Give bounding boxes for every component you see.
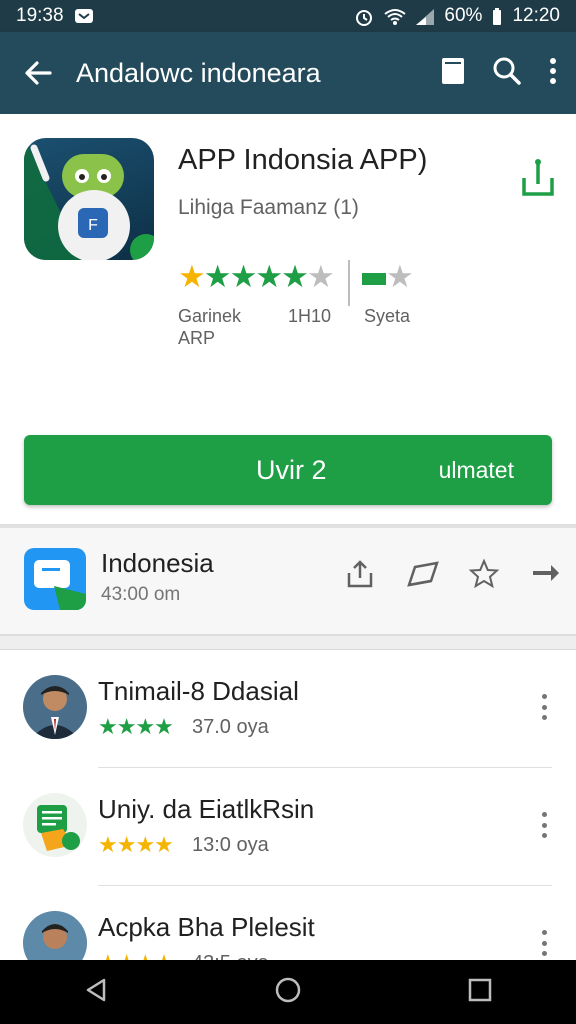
share-button[interactable] <box>518 156 558 200</box>
list-item-meta: 43:5 oya <box>192 952 269 960</box>
list-item-meta: 13:0 oya <box>192 834 269 856</box>
list-item-title: Tnimail-8 Ddasial <box>98 676 299 706</box>
list-item-stars: ★★★★ <box>98 714 174 739</box>
battery-icon <box>492 8 502 25</box>
wifi-icon <box>384 8 407 25</box>
list-item[interactable]: Tnimail-8 Ddasial ★★★★ 37.0 oya <box>0 650 576 768</box>
star-outline-icon <box>469 559 499 589</box>
bookmark-button[interactable] <box>440 56 466 91</box>
forward-arrow-icon <box>533 565 559 581</box>
rating-label-primary: Garinek <box>178 306 242 326</box>
rating-summary: ★★★★★★ ★ Garinek ARP 1H10 Syeta <box>178 260 438 350</box>
developer-icon <box>24 548 86 610</box>
developer-row[interactable]: Indonesia 43:00 om <box>0 528 576 636</box>
developer-name: Indonesia <box>101 548 214 578</box>
more-vertical-icon[interactable] <box>530 808 558 842</box>
more-vertical-icon <box>550 57 556 84</box>
app-header-card: F APP Indonsia APP) Lihiga Faamanz (1) ★… <box>0 114 576 524</box>
square-recents-icon <box>468 978 492 1001</box>
search-button[interactable] <box>492 56 522 91</box>
upload-icon <box>347 560 373 588</box>
avatar <box>23 793 87 857</box>
alarm-icon <box>354 8 374 26</box>
secondary-rating: ★ <box>362 260 414 294</box>
app-developer-subtitle: Lihiga Faamanz (1) <box>178 196 359 219</box>
developer-time: 43:00 om <box>101 584 181 605</box>
signal-icon <box>414 8 435 25</box>
install-aux-label: ulmatet <box>438 457 514 483</box>
list-item-title: Uniy. da EiatlkRsin <box>98 794 315 824</box>
card-button[interactable] <box>402 554 442 594</box>
rating-label-tertiary: Syeta <box>364 306 411 326</box>
overflow-menu-button[interactable] <box>548 56 558 91</box>
upload-button[interactable] <box>340 554 380 594</box>
card-icon <box>407 561 439 587</box>
app-icon[interactable]: F <box>24 138 154 260</box>
list-item[interactable]: Acpka Bha Plelesit ★★★★ 43:5 oya <box>0 886 576 960</box>
svg-text:F: F <box>88 217 98 234</box>
app-name: APP Indonsia APP) <box>178 144 428 176</box>
triangle-back-icon <box>86 978 106 1001</box>
battery-percent: 60% <box>444 5 483 26</box>
bookmark-icon <box>442 57 464 84</box>
list-item-stars: ★★★★ <box>98 950 174 960</box>
related-list: Tnimail-8 Ddasial ★★★★ 37.0 oya Uniy. da… <box>0 650 576 960</box>
circle-home-icon <box>275 977 301 1002</box>
arrow-left-icon <box>25 61 52 85</box>
app-bar-title: Andalowc indoneara <box>76 57 321 88</box>
forward-button[interactable] <box>526 554 566 594</box>
search-icon <box>493 57 521 85</box>
list-item-meta: 37.0 oya <box>192 716 269 738</box>
share-icon <box>522 159 554 196</box>
green-bar-icon <box>362 272 386 285</box>
more-vertical-icon[interactable] <box>530 926 558 960</box>
rating-divider <box>348 260 350 306</box>
section-gap <box>0 636 576 650</box>
list-item-title: Acpka Bha Plelesit <box>98 912 315 942</box>
app-bar: Andalowc indoneara <box>0 32 576 114</box>
list-item[interactable]: Uniy. da EiatlkRsin ★★★★ 13:0 oya <box>0 768 576 886</box>
list-item-stars: ★★★★ <box>98 832 174 857</box>
nav-recents-button[interactable] <box>466 976 494 1009</box>
install-button[interactable]: Uvir 2 ulmatet <box>24 435 552 505</box>
rating-label-secondary: ARP <box>178 328 216 348</box>
avatar <box>23 911 87 960</box>
avatar <box>23 675 87 739</box>
star-button[interactable] <box>464 554 504 594</box>
system-nav-bar <box>0 960 576 1024</box>
more-vertical-icon[interactable] <box>530 690 558 724</box>
status-time-right: 12:20 <box>512 5 560 26</box>
status-bar: 19:38 60% 12:20 <box>0 0 576 32</box>
notification-icon <box>74 8 94 24</box>
rating-stars: ★★★★★★ <box>178 259 335 294</box>
nav-home-button[interactable] <box>274 976 302 1009</box>
install-label: Uvir 2 <box>256 455 327 485</box>
rating-count: 1H10 <box>288 306 332 326</box>
back-button[interactable] <box>0 32 76 114</box>
status-time-left: 19:38 <box>16 5 64 26</box>
nav-back-button[interactable] <box>82 976 110 1009</box>
